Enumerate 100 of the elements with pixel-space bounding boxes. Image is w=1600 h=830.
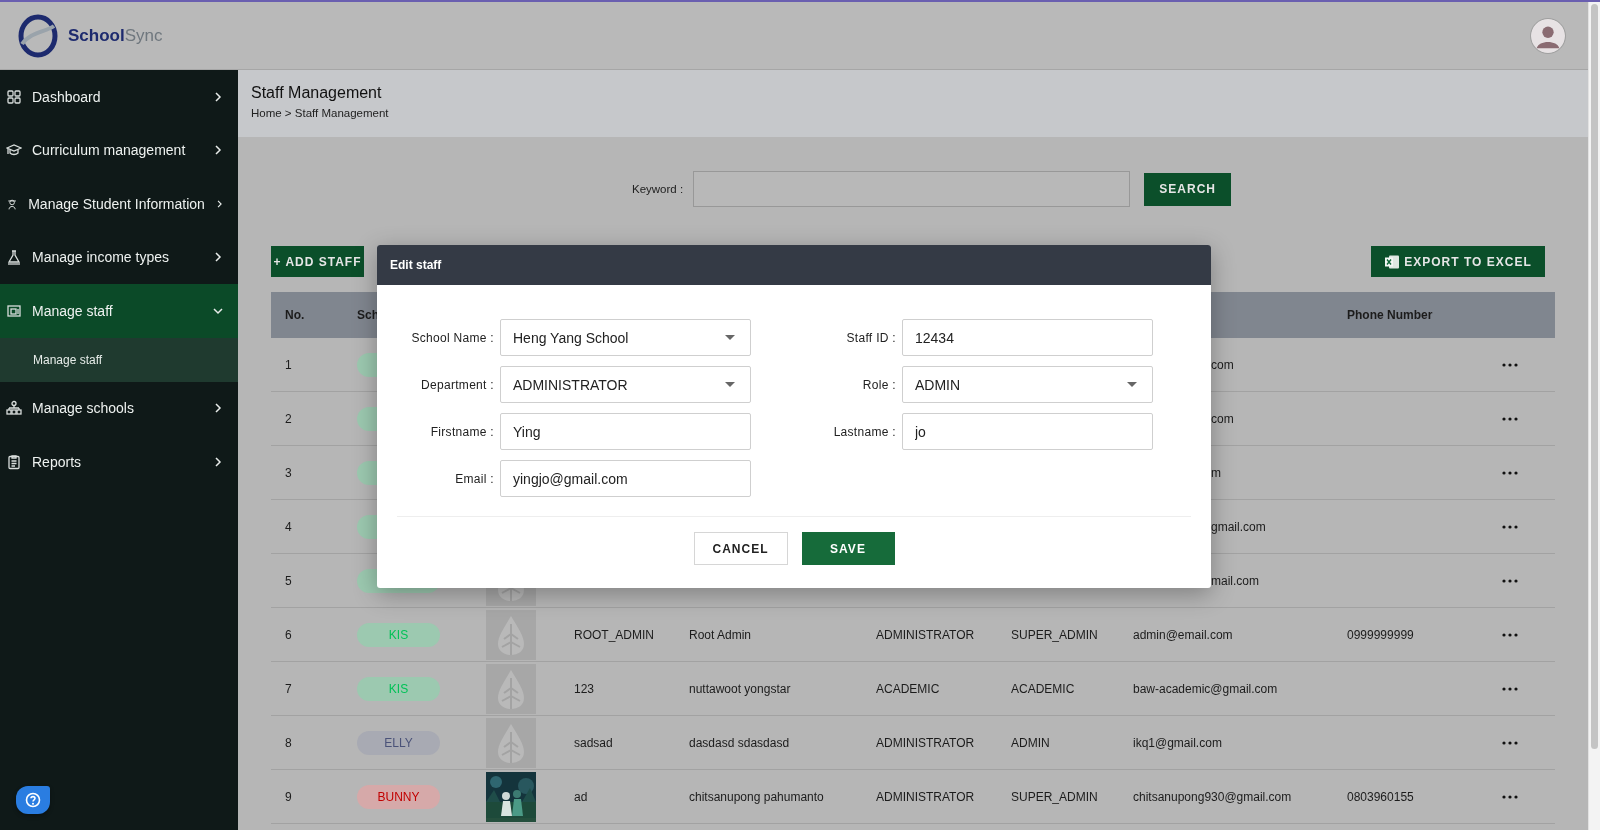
school-tag: KIS	[357, 676, 440, 701]
table-cell: com	[1211, 411, 1234, 426]
select-field[interactable]: ADMIN	[902, 366, 1153, 403]
table-cell: nuttawoot yongstar	[689, 681, 791, 696]
field-label: Staff ID :	[845, 330, 897, 345]
table-cell: ADMINISTRATOR	[876, 735, 975, 750]
table-cell: mail.com	[1211, 573, 1259, 588]
more-icon[interactable]	[1502, 794, 1518, 799]
table-cell: ADMINISTRATOR	[876, 789, 975, 804]
more-icon[interactable]	[1502, 686, 1518, 691]
more-icon[interactable]	[1502, 632, 1518, 637]
sidebar-item[interactable]: Manage staff	[0, 284, 238, 338]
chevron-right-icon	[212, 144, 224, 157]
table-cell: 7	[285, 681, 292, 696]
input-field[interactable]: jo	[902, 413, 1153, 450]
avatar[interactable]	[1530, 17, 1566, 54]
table-cell: ACADEMIC	[876, 681, 940, 696]
table-cell: SUPER_ADMIN	[1011, 627, 1098, 642]
help-button[interactable]	[16, 786, 50, 814]
more-icon[interactable]	[1502, 416, 1518, 421]
more-icon[interactable]	[1502, 524, 1518, 529]
field-label: Lastname :	[832, 424, 897, 439]
more-icon[interactable]	[1502, 740, 1518, 745]
sidebar-item[interactable]: Reports	[0, 435, 238, 489]
field-label: Firstname :	[429, 424, 495, 439]
chevron-right-icon	[212, 402, 224, 415]
table-cell: m	[1211, 465, 1221, 480]
search-button[interactable]: SEARCH	[1144, 172, 1232, 206]
keyword-label: Keyword :	[632, 183, 684, 195]
sidebar-item[interactable]: Dashboard	[0, 70, 238, 124]
field-label: Department :	[420, 377, 495, 392]
app-logo: SchoolSync	[68, 25, 163, 46]
table-cell: 9	[285, 789, 292, 804]
sidebar-item[interactable]: Manage income types	[0, 230, 238, 284]
table-cell: 0999999999	[1347, 627, 1414, 642]
table-cell: 6	[285, 627, 292, 642]
breadcrumb: Home > Staff Management	[251, 107, 390, 119]
school-tag: KIS	[357, 622, 440, 647]
school-tag: ELLY	[357, 730, 440, 755]
submenu-item[interactable]: Manage staff	[0, 337, 238, 382]
input-field[interactable]: 12434	[902, 319, 1153, 356]
more-icon[interactable]	[1502, 362, 1518, 367]
school-tag: BUNNY	[357, 784, 440, 809]
table-cell: dasdasd sdasdasd	[689, 735, 790, 750]
table-cell: SUPER_ADMIN	[1011, 789, 1098, 804]
scrollbar[interactable]	[1588, 2, 1600, 830]
chevron-right-icon	[212, 251, 224, 264]
help-icon	[25, 792, 41, 808]
chevron-right-icon	[212, 90, 224, 103]
table-cell: sadsad	[574, 735, 613, 750]
more-icon[interactable]	[1502, 578, 1518, 583]
table-cell: gmail.com	[1211, 519, 1266, 534]
add-staff-button[interactable]: + ADD STAFF	[271, 246, 364, 277]
table-cell: 4	[285, 519, 292, 534]
more-icon[interactable]	[1502, 470, 1518, 475]
cancel-button[interactable]: CANCEL	[693, 532, 788, 565]
table-cell: Root Admin	[689, 627, 752, 642]
table-cell: chitsanupong930@gmail.com	[1133, 789, 1292, 804]
table-cell: 123	[574, 681, 595, 696]
page-title: Staff Management	[251, 84, 383, 102]
table-cell: ad	[574, 789, 588, 804]
table-cell: 1	[285, 357, 292, 372]
flask-icon	[6, 249, 22, 266]
table-cell: baw-academic@gmail.com	[1133, 681, 1278, 696]
network-icon	[6, 400, 22, 417]
table-cell: ADMIN	[1011, 735, 1050, 750]
dialog-title: Edit staff	[390, 258, 442, 272]
table-cell: chitsanupong pahumanto	[689, 789, 824, 804]
table-cell: ROOT_ADMIN	[574, 627, 654, 642]
table-cell: 2	[285, 411, 292, 426]
caret-icon	[725, 334, 735, 341]
table-cell: admin@email.com	[1133, 627, 1233, 642]
clipboard-icon	[6, 453, 22, 470]
field-label: Email :	[454, 471, 495, 486]
input-field[interactable]: Ying	[500, 413, 751, 450]
sidebar-item[interactable]: Curriculum management	[0, 123, 238, 177]
table-cell: 0803960155	[1347, 789, 1414, 804]
input-field[interactable]: yingjo@gmail.com	[500, 460, 751, 497]
keyword-field[interactable]	[693, 171, 1131, 207]
logo-icon	[16, 13, 60, 58]
spreadsheet-icon	[1384, 253, 1401, 270]
select-field[interactable]: ADMINISTRATOR	[500, 366, 751, 403]
sidebar-item[interactable]: Manage schools	[0, 381, 238, 435]
table-cell: 3	[285, 465, 292, 480]
field-label: School Name :	[410, 330, 495, 345]
save-button[interactable]: SAVE	[801, 532, 895, 565]
caret-icon	[1127, 381, 1137, 388]
field-label: Role :	[861, 377, 897, 392]
table-cell: 5	[285, 573, 292, 588]
table-cell: ADMINISTRATOR	[876, 627, 975, 642]
caret-icon	[725, 381, 735, 388]
table-cell: ikq1@gmail.com	[1133, 735, 1222, 750]
table-cell: com	[1211, 357, 1234, 372]
table-cell: ACADEMIC	[1011, 681, 1075, 696]
column-header: Phone Number	[1346, 308, 1434, 322]
column-header: No.	[284, 308, 306, 322]
chevron-right-icon	[212, 455, 224, 468]
export-button[interactable]: EXPORT TO EXCEL	[1371, 246, 1545, 277]
select-field[interactable]: Heng Yang School	[500, 319, 751, 356]
sidebar-item[interactable]: Manage Student Information	[0, 177, 238, 231]
